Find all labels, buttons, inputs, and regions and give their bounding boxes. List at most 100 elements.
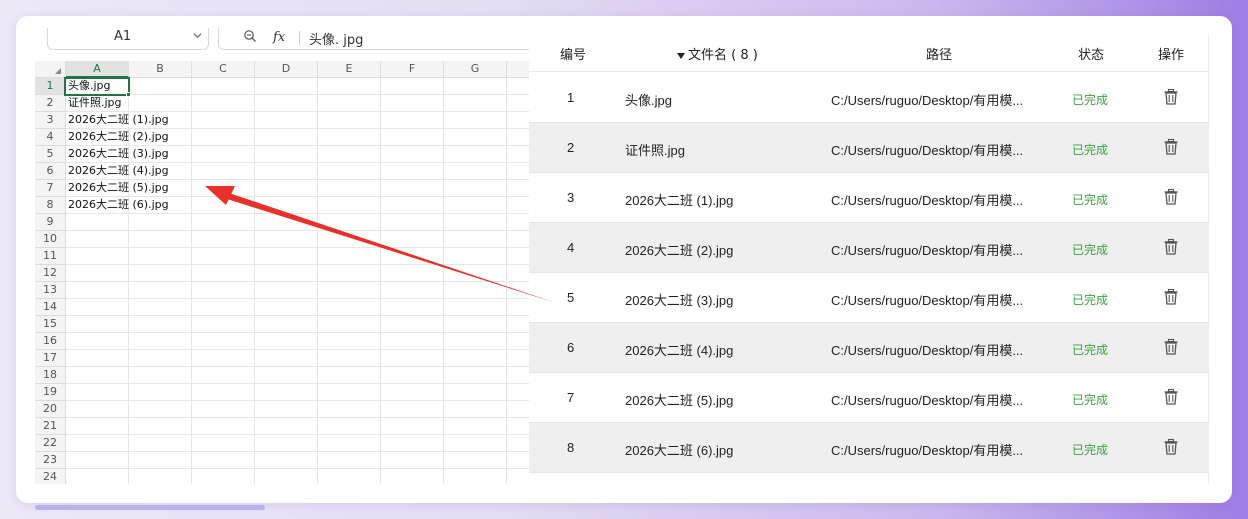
sheet-cell[interactable] bbox=[192, 282, 255, 299]
sheet-cell[interactable] bbox=[381, 452, 444, 469]
sheet-cell[interactable] bbox=[255, 350, 318, 367]
column-header[interactable]: D bbox=[255, 61, 318, 78]
sheet-cell[interactable] bbox=[255, 163, 318, 180]
trash-icon[interactable] bbox=[1162, 338, 1180, 356]
trash-icon[interactable] bbox=[1162, 138, 1180, 156]
sheet-cell[interactable] bbox=[255, 469, 318, 484]
sheet-cell[interactable] bbox=[318, 384, 381, 401]
trash-icon[interactable] bbox=[1162, 188, 1180, 206]
sheet-cell[interactable] bbox=[444, 214, 507, 231]
sheet-cell[interactable] bbox=[129, 299, 192, 316]
sheet-cell[interactable] bbox=[444, 197, 507, 214]
sheet-cell[interactable] bbox=[255, 214, 318, 231]
sheet-cell[interactable] bbox=[129, 231, 192, 248]
sheet-cell[interactable] bbox=[255, 248, 318, 265]
sort-desc-icon[interactable] bbox=[677, 52, 685, 59]
table-row[interactable]: 4 2026大二班 (2).jpg C:/Users/ruguo/Desktop/有… bbox=[529, 223, 1209, 273]
zoom-icon[interactable] bbox=[243, 30, 257, 42]
sheet-cell[interactable] bbox=[318, 469, 381, 484]
sheet-cell[interactable] bbox=[129, 350, 192, 367]
row-header[interactable]: 1 bbox=[35, 78, 66, 95]
column-header[interactable]: F bbox=[381, 61, 444, 78]
sheet-cell[interactable] bbox=[381, 282, 444, 299]
sheet-cell[interactable] bbox=[444, 333, 507, 350]
sheet-cell[interactable] bbox=[192, 418, 255, 435]
sheet-cell[interactable] bbox=[381, 78, 444, 95]
sheet-cell[interactable] bbox=[66, 248, 129, 265]
sheet-cell[interactable] bbox=[381, 384, 444, 401]
sheet-cell[interactable] bbox=[318, 163, 381, 180]
sheet-cell[interactable] bbox=[318, 265, 381, 282]
sheet-cell[interactable] bbox=[66, 265, 129, 282]
sheet-cell[interactable] bbox=[318, 129, 381, 146]
sheet-cell[interactable] bbox=[192, 146, 255, 163]
sheet-cell[interactable] bbox=[192, 129, 255, 146]
name-box[interactable]: A1 bbox=[47, 28, 209, 50]
table-row[interactable]: 7 2026大二班 (5).jpg C:/Users/ruguo/Desktop/有… bbox=[529, 373, 1209, 423]
sheet-cell[interactable] bbox=[66, 350, 129, 367]
row-header[interactable]: 24 bbox=[35, 469, 66, 484]
sheet-cell[interactable] bbox=[318, 418, 381, 435]
table-row[interactable]: 6 2026大二班 (4).jpg C:/Users/ruguo/Desktop/有… bbox=[529, 323, 1209, 373]
sheet-cell[interactable] bbox=[66, 316, 129, 333]
row-header[interactable]: 18 bbox=[35, 367, 66, 384]
sheet-cell[interactable] bbox=[129, 248, 192, 265]
sheet-cell[interactable] bbox=[129, 367, 192, 384]
sheet-cell[interactable] bbox=[444, 384, 507, 401]
formula-input[interactable]: fx 头像. jpg bbox=[218, 28, 535, 50]
sheet-cell[interactable] bbox=[255, 418, 318, 435]
sheet-cell[interactable] bbox=[381, 112, 444, 129]
sheet-cell[interactable] bbox=[255, 129, 318, 146]
sheet-cell[interactable] bbox=[255, 316, 318, 333]
sheet-cell[interactable] bbox=[444, 435, 507, 452]
trash-icon[interactable] bbox=[1162, 438, 1180, 456]
sheet-cell[interactable] bbox=[444, 316, 507, 333]
sheet-cell[interactable] bbox=[318, 435, 381, 452]
sheet-cell[interactable] bbox=[66, 282, 129, 299]
row-header[interactable]: 22 bbox=[35, 435, 66, 452]
sheet-cell[interactable] bbox=[192, 367, 255, 384]
sheet-cell[interactable] bbox=[318, 350, 381, 367]
sheet-cell[interactable] bbox=[255, 78, 318, 95]
sheet-cell[interactable] bbox=[255, 146, 318, 163]
sheet-cell[interactable] bbox=[129, 452, 192, 469]
sheet-cell[interactable] bbox=[66, 401, 129, 418]
sheet-cell[interactable] bbox=[381, 367, 444, 384]
sheet-cell[interactable] bbox=[318, 282, 381, 299]
sheet-cell[interactable] bbox=[255, 452, 318, 469]
column-header[interactable]: A bbox=[66, 61, 129, 78]
table-row[interactable]: 3 2026大二班 (1).jpg C:/Users/ruguo/Desktop/有… bbox=[529, 173, 1209, 223]
row-header[interactable]: 16 bbox=[35, 333, 66, 350]
sheet-cell[interactable] bbox=[318, 112, 381, 129]
sheet-cell[interactable] bbox=[129, 78, 192, 95]
select-all-corner[interactable] bbox=[35, 61, 66, 78]
sheet-cell[interactable] bbox=[444, 231, 507, 248]
sheet-cell[interactable] bbox=[66, 333, 129, 350]
sheet-cell[interactable] bbox=[318, 231, 381, 248]
sheet-cell[interactable] bbox=[381, 401, 444, 418]
sheet-cell[interactable] bbox=[444, 180, 507, 197]
sheet-cell[interactable] bbox=[381, 265, 444, 282]
fill-handle[interactable] bbox=[126, 92, 131, 97]
sheet-cell[interactable] bbox=[255, 367, 318, 384]
sheet-cell[interactable] bbox=[255, 112, 318, 129]
sheet-cell[interactable] bbox=[318, 333, 381, 350]
sheet-cell[interactable] bbox=[381, 231, 444, 248]
sheet-cell[interactable] bbox=[129, 282, 192, 299]
sheet-cell[interactable] bbox=[444, 129, 507, 146]
row-header[interactable]: 21 bbox=[35, 418, 66, 435]
row-header[interactable]: 5 bbox=[35, 146, 66, 163]
sheet-cell[interactable] bbox=[129, 333, 192, 350]
sheet-cell[interactable] bbox=[66, 384, 129, 401]
header-filename[interactable]: 文件名 ( 8 ) bbox=[677, 44, 758, 63]
sheet-cell[interactable] bbox=[381, 418, 444, 435]
sheet-cell[interactable] bbox=[192, 112, 255, 129]
sheet-cell[interactable] bbox=[192, 214, 255, 231]
table-row[interactable]: 8 2026大二班 (6).jpg C:/Users/ruguo/Desktop/有… bbox=[529, 423, 1209, 473]
sheet-cell[interactable] bbox=[444, 248, 507, 265]
sheet-cell[interactable] bbox=[318, 197, 381, 214]
sheet-cell[interactable] bbox=[444, 350, 507, 367]
sheet-cell[interactable] bbox=[381, 248, 444, 265]
trash-icon[interactable] bbox=[1162, 88, 1180, 106]
sheet-cell[interactable] bbox=[444, 469, 507, 484]
